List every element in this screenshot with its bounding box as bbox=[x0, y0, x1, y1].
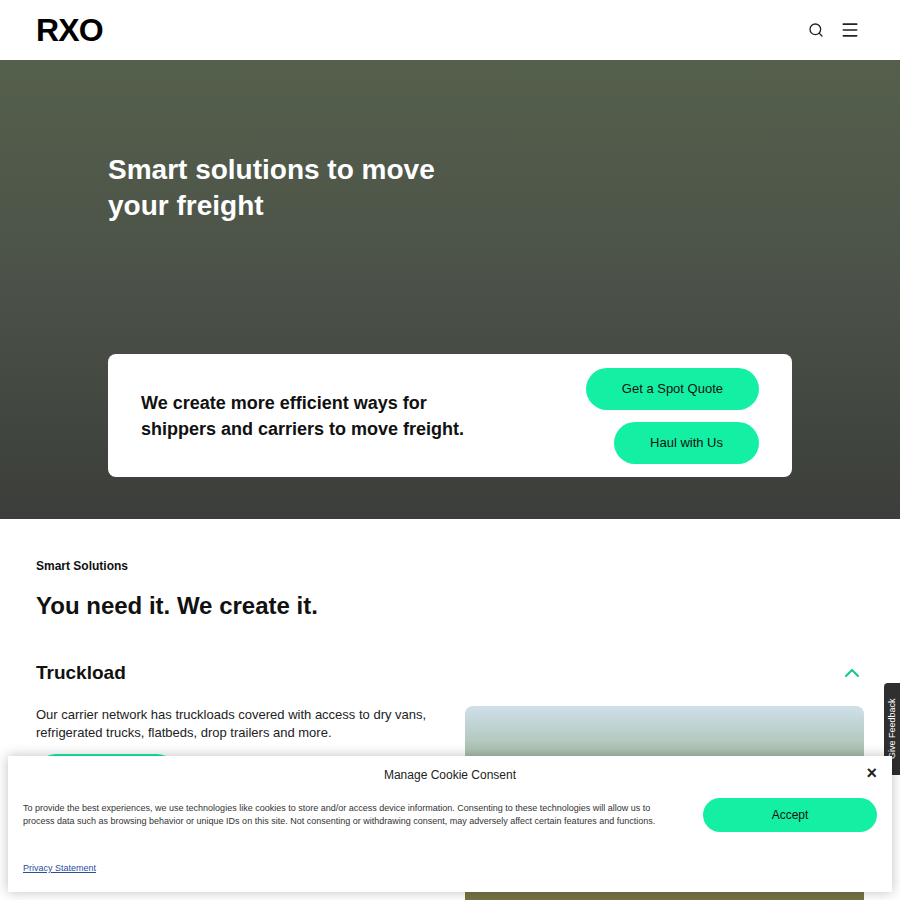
hero-button[interactable]: Haul with Us bbox=[614, 422, 759, 464]
hero-card: We create more efficient ways for shippe… bbox=[108, 354, 792, 477]
hero-heading: Smart solutions to move your freight bbox=[108, 152, 488, 224]
close-button[interactable]: × bbox=[866, 764, 877, 782]
hero: Smart solutions to move your freight We c… bbox=[0, 60, 900, 519]
feedback-label: Give Feedback bbox=[885, 699, 899, 760]
menu-icon[interactable] bbox=[840, 20, 860, 40]
header: RXO bbox=[0, 0, 900, 60]
accordion-header[interactable]: Truckload bbox=[36, 659, 864, 688]
hero-card-text: We create more efficient ways for shippe… bbox=[141, 390, 481, 442]
cookie-banner: Manage Cookie Consent × To provide the bes… bbox=[8, 756, 892, 892]
cookie-text: To provide the best experiences, we use … bbox=[23, 802, 683, 829]
cookie-title: Manage Cookie Consent bbox=[384, 766, 516, 784]
accordion-title: Truckload bbox=[36, 659, 126, 688]
accordion-text: Our carrier network has truckloads cover… bbox=[36, 706, 441, 742]
logo[interactable]: RXO bbox=[36, 14, 103, 46]
page: RXO Smart solutions to move your freight W… bbox=[0, 0, 900, 900]
section-title: You need it. We create it. bbox=[36, 591, 864, 621]
accept-button[interactable]: Accept bbox=[703, 798, 877, 832]
chevron-up-icon[interactable] bbox=[840, 661, 864, 685]
eyebrow: Smart Solutions bbox=[36, 557, 864, 575]
privacy-link[interactable]: Privacy Statement bbox=[23, 863, 96, 873]
search-icon[interactable] bbox=[808, 22, 824, 38]
hero-button[interactable]: Get a Spot Quote bbox=[586, 368, 759, 410]
